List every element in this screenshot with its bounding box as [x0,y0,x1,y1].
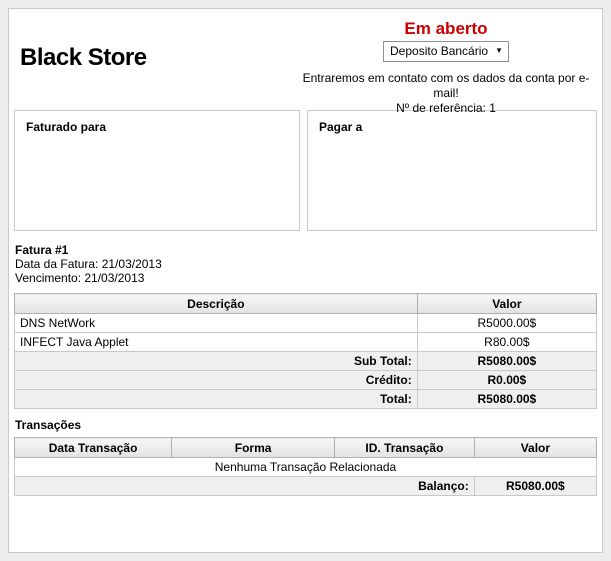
credit-value: R0.00$ [417,371,596,390]
billed-to-box: Faturado para [14,110,300,231]
item-value: R80.00$ [417,333,596,352]
total-label: Total: [15,390,418,409]
invoice-date: Data da Fatura: 21/03/2013 [15,257,597,271]
payment-method-select[interactable]: Deposito Bancário ▼ [383,41,509,62]
column-header-method: Forma [172,438,335,458]
invoice-status: Em aberto [297,20,595,38]
credit-row: Crédito: R0.00$ [15,371,597,390]
pay-to-box: Pagar a [307,110,597,231]
column-header-value: Valor [417,294,596,314]
balance-label: Balanço: [15,477,475,496]
total-row: Total: R5080.00$ [15,390,597,409]
payment-note-line1: Entraremos em contato com os dados da co… [297,71,595,101]
invoice-meta: Fatura #1 Data da Fatura: 21/03/2013 Ven… [15,243,597,285]
balance-value: R5080.00$ [474,477,596,496]
subtotal-label: Sub Total: [15,352,418,371]
brand-title: Black Store [20,44,147,72]
invoice-table-header-row: Descrição Valor [15,294,597,314]
billing-boxes: Faturado para Pagar a [14,110,597,231]
invoice-items-table: Descrição Valor DNS NetWork R5000.00$ IN… [14,293,597,409]
table-row: INFECT Java Applet R80.00$ [15,333,597,352]
credit-label: Crédito: [15,371,418,390]
chevron-down-icon: ▼ [495,46,503,56]
item-description: DNS NetWork [15,314,418,333]
transactions-header-row: Data Transação Forma ID. Transação Valor [15,438,597,458]
column-header-description: Descrição [15,294,418,314]
empty-transactions-message: Nenhuma Transação Relacionada [15,458,597,477]
payment-note: Entraremos em contato com os dados da co… [297,71,595,116]
header-right-panel: Em aberto Deposito Bancário ▼ Entraremos… [297,20,595,116]
transactions-table: Data Transação Forma ID. Transação Valor… [14,437,597,496]
invoice-due-date: Vencimento: 21/03/2013 [15,271,597,285]
invoice-title: Fatura #1 [15,243,597,257]
invoice-card: Black Store Em aberto Deposito Bancário … [8,8,603,553]
column-header-transaction-date: Data Transação [15,438,172,458]
item-value: R5000.00$ [417,314,596,333]
payment-note-line2: Nº de referência: 1 [297,101,595,116]
pay-to-label: Pagar a [319,120,585,134]
subtotal-value: R5080.00$ [417,352,596,371]
table-row: DNS NetWork R5000.00$ [15,314,597,333]
column-header-value: Valor [474,438,596,458]
transactions-title: Transações [15,418,597,432]
empty-transactions-row: Nenhuma Transação Relacionada [15,458,597,477]
page-header: Black Store Em aberto Deposito Bancário … [14,14,597,110]
subtotal-row: Sub Total: R5080.00$ [15,352,597,371]
column-header-transaction-id: ID. Transação [335,438,475,458]
payment-method-value: Deposito Bancário [390,44,488,58]
balance-row: Balanço: R5080.00$ [15,477,597,496]
item-description: INFECT Java Applet [15,333,418,352]
billed-to-label: Faturado para [26,120,288,134]
total-value: R5080.00$ [417,390,596,409]
